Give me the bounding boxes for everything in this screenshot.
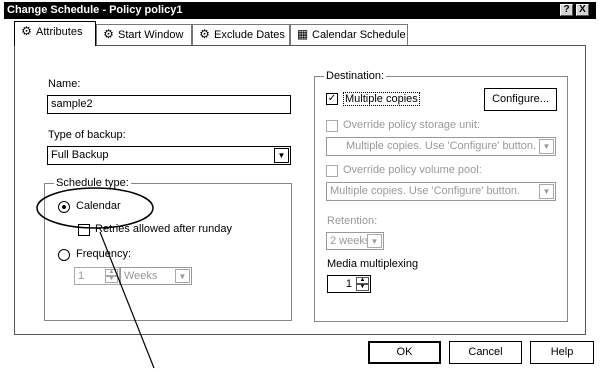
- tab-label: Attributes: [36, 26, 83, 38]
- override-volume-label: Override policy volume pool:: [343, 164, 482, 176]
- change-schedule-dialog: Change Schedule - Policy policy1 ? X ⚙ At…: [0, 0, 602, 372]
- chevron-down-icon[interactable]: ▼: [367, 234, 382, 248]
- override-storage-checkbox[interactable]: [326, 120, 338, 132]
- chevron-down-icon[interactable]: ▼: [539, 139, 554, 154]
- callout-pointer-line: [99, 231, 155, 369]
- configure-button[interactable]: Configure...: [484, 88, 557, 111]
- destination-legend: Destination:: [324, 70, 387, 82]
- retention-label: Retention:: [327, 215, 378, 227]
- volume-pool-value: Multiple copies. Use 'Configure' button.: [330, 185, 521, 197]
- tab-attributes[interactable]: ⚙ Attributes: [14, 21, 96, 46]
- multiplexing-value: 1: [345, 278, 352, 290]
- checkmark-icon: ✓: [327, 93, 337, 104]
- multiplexing-label: Media multiplexing: [327, 258, 419, 270]
- ok-button[interactable]: OK: [368, 341, 441, 364]
- cancel-button[interactable]: Cancel: [449, 341, 522, 364]
- multiple-copies-label: Multiple copies: [343, 92, 420, 106]
- multiple-copies-checkbox[interactable]: ✓: [326, 93, 338, 105]
- storage-unit-value: Multiple copies. Use 'Configure' button.: [346, 140, 537, 152]
- spin-down-icon[interactable]: ▼: [356, 284, 369, 291]
- retention-select[interactable]: 2 weeks ▼: [326, 232, 384, 250]
- storage-unit-select[interactable]: Multiple copies. Use 'Configure' button.…: [326, 137, 556, 156]
- override-storage-label: Override policy storage unit:: [343, 119, 480, 131]
- volume-pool-select[interactable]: Multiple copies. Use 'Configure' button.…: [326, 182, 556, 201]
- callout-ellipse: [36, 187, 154, 229]
- retention-value: 2 weeks: [330, 235, 371, 247]
- chevron-down-icon[interactable]: ▼: [539, 184, 554, 199]
- override-volume-checkbox[interactable]: [326, 165, 338, 177]
- attributes-icon: ⚙: [21, 24, 32, 38]
- help-button[interactable]: Help: [530, 341, 594, 364]
- multiplexing-spinner[interactable]: 1 ▲ ▼: [327, 275, 371, 293]
- spin-up-icon[interactable]: ▲: [356, 277, 369, 284]
